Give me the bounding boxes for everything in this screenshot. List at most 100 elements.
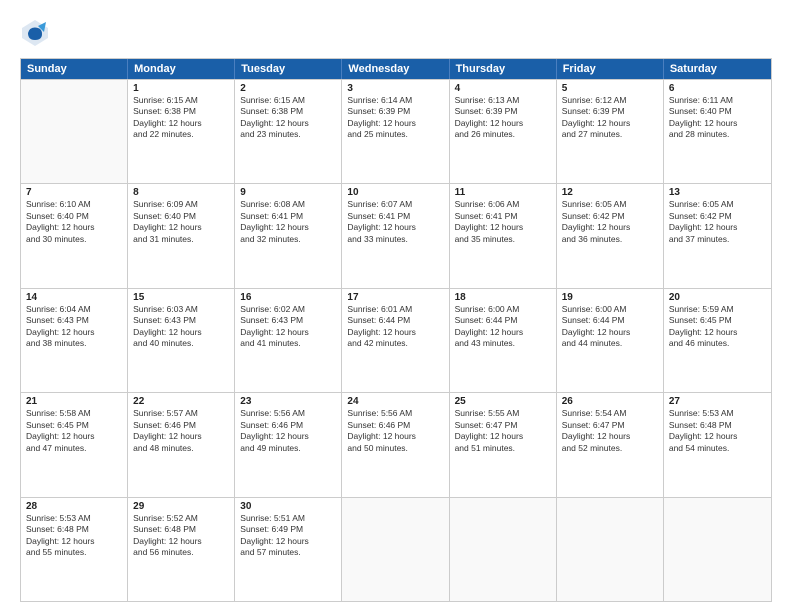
day-number: 25 — [455, 396, 551, 407]
day-info: Sunrise: 5:57 AM Sunset: 6:46 PM Dayligh… — [133, 408, 229, 454]
day-number: 22 — [133, 396, 229, 407]
day-cell-14: 14Sunrise: 6:04 AM Sunset: 6:43 PM Dayli… — [21, 289, 128, 392]
day-cell-1: 1Sunrise: 6:15 AM Sunset: 6:38 PM Daylig… — [128, 80, 235, 183]
day-number: 5 — [562, 83, 658, 94]
day-number: 13 — [669, 187, 766, 198]
day-number: 20 — [669, 292, 766, 303]
day-info: Sunrise: 6:13 AM Sunset: 6:39 PM Dayligh… — [455, 95, 551, 141]
day-number: 2 — [240, 83, 336, 94]
day-number: 7 — [26, 187, 122, 198]
day-number: 29 — [133, 501, 229, 512]
day-cell-15: 15Sunrise: 6:03 AM Sunset: 6:43 PM Dayli… — [128, 289, 235, 392]
day-number: 21 — [26, 396, 122, 407]
day-cell-9: 9Sunrise: 6:08 AM Sunset: 6:41 PM Daylig… — [235, 184, 342, 287]
day-info: Sunrise: 5:55 AM Sunset: 6:47 PM Dayligh… — [455, 408, 551, 454]
header-day-saturday: Saturday — [664, 59, 771, 79]
header-day-friday: Friday — [557, 59, 664, 79]
day-info: Sunrise: 6:06 AM Sunset: 6:41 PM Dayligh… — [455, 199, 551, 245]
day-info: Sunrise: 6:03 AM Sunset: 6:43 PM Dayligh… — [133, 304, 229, 350]
day-cell-3: 3Sunrise: 6:14 AM Sunset: 6:39 PM Daylig… — [342, 80, 449, 183]
day-info: Sunrise: 6:15 AM Sunset: 6:38 PM Dayligh… — [240, 95, 336, 141]
logo-icon — [20, 18, 50, 48]
calendar-row-0: 1Sunrise: 6:15 AM Sunset: 6:38 PM Daylig… — [21, 79, 771, 183]
day-cell-18: 18Sunrise: 6:00 AM Sunset: 6:44 PM Dayli… — [450, 289, 557, 392]
empty-cell — [557, 498, 664, 601]
day-number: 18 — [455, 292, 551, 303]
day-cell-29: 29Sunrise: 5:52 AM Sunset: 6:48 PM Dayli… — [128, 498, 235, 601]
day-info: Sunrise: 6:15 AM Sunset: 6:38 PM Dayligh… — [133, 95, 229, 141]
day-info: Sunrise: 5:51 AM Sunset: 6:49 PM Dayligh… — [240, 513, 336, 559]
day-number: 4 — [455, 83, 551, 94]
day-cell-11: 11Sunrise: 6:06 AM Sunset: 6:41 PM Dayli… — [450, 184, 557, 287]
day-info: Sunrise: 6:14 AM Sunset: 6:39 PM Dayligh… — [347, 95, 443, 141]
day-info: Sunrise: 6:12 AM Sunset: 6:39 PM Dayligh… — [562, 95, 658, 141]
day-cell-30: 30Sunrise: 5:51 AM Sunset: 6:49 PM Dayli… — [235, 498, 342, 601]
day-info: Sunrise: 5:56 AM Sunset: 6:46 PM Dayligh… — [240, 408, 336, 454]
day-cell-13: 13Sunrise: 6:05 AM Sunset: 6:42 PM Dayli… — [664, 184, 771, 287]
day-info: Sunrise: 5:53 AM Sunset: 6:48 PM Dayligh… — [26, 513, 122, 559]
day-number: 6 — [669, 83, 766, 94]
day-cell-20: 20Sunrise: 5:59 AM Sunset: 6:45 PM Dayli… — [664, 289, 771, 392]
day-number: 12 — [562, 187, 658, 198]
day-info: Sunrise: 5:52 AM Sunset: 6:48 PM Dayligh… — [133, 513, 229, 559]
day-cell-16: 16Sunrise: 6:02 AM Sunset: 6:43 PM Dayli… — [235, 289, 342, 392]
day-info: Sunrise: 6:08 AM Sunset: 6:41 PM Dayligh… — [240, 199, 336, 245]
day-info: Sunrise: 5:54 AM Sunset: 6:47 PM Dayligh… — [562, 408, 658, 454]
day-info: Sunrise: 6:09 AM Sunset: 6:40 PM Dayligh… — [133, 199, 229, 245]
day-cell-4: 4Sunrise: 6:13 AM Sunset: 6:39 PM Daylig… — [450, 80, 557, 183]
day-info: Sunrise: 6:11 AM Sunset: 6:40 PM Dayligh… — [669, 95, 766, 141]
calendar-row-3: 21Sunrise: 5:58 AM Sunset: 6:45 PM Dayli… — [21, 392, 771, 496]
day-number: 24 — [347, 396, 443, 407]
day-cell-24: 24Sunrise: 5:56 AM Sunset: 6:46 PM Dayli… — [342, 393, 449, 496]
calendar-row-2: 14Sunrise: 6:04 AM Sunset: 6:43 PM Dayli… — [21, 288, 771, 392]
header-day-wednesday: Wednesday — [342, 59, 449, 79]
day-cell-10: 10Sunrise: 6:07 AM Sunset: 6:41 PM Dayli… — [342, 184, 449, 287]
day-cell-28: 28Sunrise: 5:53 AM Sunset: 6:48 PM Dayli… — [21, 498, 128, 601]
empty-cell — [21, 80, 128, 183]
logo — [20, 18, 54, 48]
day-number: 27 — [669, 396, 766, 407]
header — [20, 18, 772, 48]
day-cell-26: 26Sunrise: 5:54 AM Sunset: 6:47 PM Dayli… — [557, 393, 664, 496]
day-info: Sunrise: 5:58 AM Sunset: 6:45 PM Dayligh… — [26, 408, 122, 454]
day-cell-5: 5Sunrise: 6:12 AM Sunset: 6:39 PM Daylig… — [557, 80, 664, 183]
day-cell-8: 8Sunrise: 6:09 AM Sunset: 6:40 PM Daylig… — [128, 184, 235, 287]
day-info: Sunrise: 6:00 AM Sunset: 6:44 PM Dayligh… — [562, 304, 658, 350]
calendar-body: 1Sunrise: 6:15 AM Sunset: 6:38 PM Daylig… — [21, 79, 771, 601]
calendar-row-1: 7Sunrise: 6:10 AM Sunset: 6:40 PM Daylig… — [21, 183, 771, 287]
day-cell-23: 23Sunrise: 5:56 AM Sunset: 6:46 PM Dayli… — [235, 393, 342, 496]
day-info: Sunrise: 6:02 AM Sunset: 6:43 PM Dayligh… — [240, 304, 336, 350]
day-info: Sunrise: 6:01 AM Sunset: 6:44 PM Dayligh… — [347, 304, 443, 350]
day-info: Sunrise: 5:56 AM Sunset: 6:46 PM Dayligh… — [347, 408, 443, 454]
day-number: 9 — [240, 187, 336, 198]
header-day-tuesday: Tuesday — [235, 59, 342, 79]
day-number: 26 — [562, 396, 658, 407]
day-number: 14 — [26, 292, 122, 303]
day-info: Sunrise: 6:05 AM Sunset: 6:42 PM Dayligh… — [669, 199, 766, 245]
day-cell-22: 22Sunrise: 5:57 AM Sunset: 6:46 PM Dayli… — [128, 393, 235, 496]
calendar: SundayMondayTuesdayWednesdayThursdayFrid… — [20, 58, 772, 602]
day-info: Sunrise: 6:10 AM Sunset: 6:40 PM Dayligh… — [26, 199, 122, 245]
page: SundayMondayTuesdayWednesdayThursdayFrid… — [0, 0, 792, 612]
day-cell-27: 27Sunrise: 5:53 AM Sunset: 6:48 PM Dayli… — [664, 393, 771, 496]
day-cell-6: 6Sunrise: 6:11 AM Sunset: 6:40 PM Daylig… — [664, 80, 771, 183]
day-number: 23 — [240, 396, 336, 407]
day-info: Sunrise: 6:05 AM Sunset: 6:42 PM Dayligh… — [562, 199, 658, 245]
day-info: Sunrise: 6:04 AM Sunset: 6:43 PM Dayligh… — [26, 304, 122, 350]
header-day-sunday: Sunday — [21, 59, 128, 79]
day-number: 30 — [240, 501, 336, 512]
empty-cell — [342, 498, 449, 601]
day-info: Sunrise: 6:00 AM Sunset: 6:44 PM Dayligh… — [455, 304, 551, 350]
day-cell-17: 17Sunrise: 6:01 AM Sunset: 6:44 PM Dayli… — [342, 289, 449, 392]
day-info: Sunrise: 6:07 AM Sunset: 6:41 PM Dayligh… — [347, 199, 443, 245]
day-number: 1 — [133, 83, 229, 94]
day-cell-7: 7Sunrise: 6:10 AM Sunset: 6:40 PM Daylig… — [21, 184, 128, 287]
day-cell-19: 19Sunrise: 6:00 AM Sunset: 6:44 PM Dayli… — [557, 289, 664, 392]
empty-cell — [450, 498, 557, 601]
day-number: 10 — [347, 187, 443, 198]
day-number: 8 — [133, 187, 229, 198]
day-number: 19 — [562, 292, 658, 303]
day-number: 11 — [455, 187, 551, 198]
day-info: Sunrise: 5:59 AM Sunset: 6:45 PM Dayligh… — [669, 304, 766, 350]
header-day-thursday: Thursday — [450, 59, 557, 79]
